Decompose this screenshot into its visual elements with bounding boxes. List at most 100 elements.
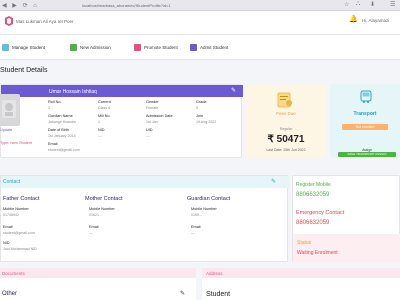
menu-new-admission[interactable]: New Admission <box>70 41 111 53</box>
student-photo <box>0 94 20 126</box>
user-profile[interactable]: Hi, Alayamazi <box>362 18 389 23</box>
menu-bar: Manage Student New Admission Promote Stu… <box>0 35 400 60</box>
guardian-contact-title: Guardian Contact <box>187 196 231 202</box>
join-value: 19 Aug 2022 <box>196 120 217 124</box>
downloads-icon[interactable]: ⬇ <box>370 1 375 8</box>
current-class-value: Class 4 <box>98 106 110 110</box>
father-mobile-label: Mobile Number <box>3 207 29 211</box>
transport-card: Transport Not enrolled Assign SAVE TRANS… <box>330 84 400 158</box>
roll-no-value: 1 <box>48 106 50 110</box>
edit-contact-icon[interactable]: ✎ <box>271 178 276 185</box>
guardian-email-value: — <box>191 231 195 235</box>
grade-value: 5 <box>196 106 198 110</box>
father-mobile-value: 01748942 <box>3 213 19 217</box>
email-label: Email <box>48 142 58 146</box>
uid-label: UID <box>146 128 153 132</box>
register-mobile-value: 8806632059 <box>296 192 330 198</box>
mother-mobile-value: 01621... <box>89 213 102 217</box>
gender-label: Gender <box>146 100 159 104</box>
uid-value: — <box>146 134 150 138</box>
contact-email-value: student@gmail.com <box>3 231 35 235</box>
app-header: Mas Lukman Ali Aya Iet Poer 🔔 Hi, Alayam… <box>0 11 400 35</box>
student-profile-header: Umar Hossain Ishtiaq ✎ <box>1 85 243 97</box>
app-brand: Mas Lukman Ali Aya Iet Poer <box>16 19 74 24</box>
page-title: Student Details <box>0 67 48 74</box>
bus-icon <box>360 90 372 103</box>
documents-card: Documents Other ✎ <box>0 268 196 300</box>
admit-student-icon <box>190 43 197 51</box>
student-type: Type: New Student <box>0 141 33 145</box>
fees-title: Fees Due <box>276 111 296 116</box>
dob-label: Date of Birth <box>48 128 70 132</box>
mill-no-label: Mill No <box>98 114 110 118</box>
menu-admit-student[interactable]: Admit Student <box>190 41 228 53</box>
mother-email-label: Email <box>89 225 99 229</box>
contact-email-label: Email <box>3 225 13 229</box>
contact-title: Contact <box>3 179 21 185</box>
transport-status-badge: Not enrolled <box>342 124 388 130</box>
app-logo-icon <box>5 16 13 26</box>
current-class-label: Current <box>98 100 111 104</box>
address-student-label: Student <box>206 291 231 298</box>
transport-title: Transport <box>353 111 377 117</box>
documents-title: Documents <box>2 271 25 276</box>
fees-invoice-icon <box>277 92 292 108</box>
status-section: Status Waiting Enrolment <box>293 234 400 263</box>
browser-bar: ◀ ▶ ⟳ ⌂ localhost/madrasa_aboramec/Stude… <box>0 0 400 11</box>
student-photo-placeholder-icon <box>2 100 16 118</box>
side-contacts-card: Register Mobile 8806632059 Emergency Con… <box>292 175 400 263</box>
fees-subtitle: Regular <box>279 127 293 131</box>
edit-profile-icon[interactable]: ✎ <box>231 87 236 94</box>
dob-value: 1st January 2014 <box>48 134 76 138</box>
emergency-contact-value: 8806632059 <box>296 220 330 226</box>
notification-bell-icon[interactable]: 🔔 <box>349 15 358 23</box>
browser-nav-icons[interactable]: ◀ ▶ ⟳ ⌂ <box>2 2 39 9</box>
mother-email-value: — <box>89 231 93 235</box>
photo-update-link[interactable]: Update <box>0 128 12 132</box>
fees-amount: ₹ 50471 <box>267 134 305 145</box>
status-label: Status <box>297 240 312 246</box>
contact-header: Contact ✎ <box>1 176 289 188</box>
admission-date-value: 1st Jan <box>146 120 158 124</box>
menu-manage-student[interactable]: Manage Student <box>2 41 45 53</box>
address-bar[interactable]: localhost/madrasa_aboramec/StudentProfil… <box>82 2 322 9</box>
contact-nid-label: NID <box>3 241 10 245</box>
address-card: Address Student <box>202 268 400 300</box>
contact-nid-value: Juid Mohammad NID <box>3 247 37 251</box>
roll-no-label: Roll No. <box>48 100 62 104</box>
menu-icon[interactable]: ☰ <box>390 1 395 8</box>
mother-contact-title: Mother Contact <box>85 196 123 202</box>
new-admission-icon <box>70 43 77 51</box>
documents-header: Documents <box>0 268 196 278</box>
mill-no-value: 1 <box>98 120 100 124</box>
promote-student-icon <box>134 43 141 51</box>
extensions-icon[interactable]: ⛬ <box>356 1 360 8</box>
status-value: Waiting Enrolment <box>297 250 338 256</box>
address-header: Address <box>202 268 400 278</box>
register-mobile-label: Register Mobile <box>296 182 331 188</box>
menu-promote-student[interactable]: Promote Student <box>134 41 178 53</box>
nid-label: NID <box>98 128 105 132</box>
join-label: Join <box>196 114 203 118</box>
admission-date-label: Admission Date <box>146 114 173 118</box>
email-value: student@gmail.com <box>48 148 80 152</box>
edit-documents-icon[interactable]: ✎ <box>180 290 185 297</box>
student-name: Umar Hossain Ishtiaq <box>49 89 97 95</box>
guardian-mobile-label: Mobile Number <box>191 207 217 211</box>
contact-card: Contact ✎ Father Contact Mobile Number 0… <box>0 175 289 262</box>
mother-mobile-label: Mobile Number <box>89 207 115 211</box>
father-contact-title: Father Contact <box>3 196 40 202</box>
manage-student-icon <box>2 43 9 51</box>
emergency-contact-label: Emergency Contact <box>296 210 345 216</box>
transport-assign-button[interactable]: SAVE TRANSPORT ASSIGN <box>338 152 396 157</box>
documents-label: Other <box>2 291 18 297</box>
star-icon[interactable]: ☆ <box>344 1 349 8</box>
guardian-name-value: Jahangir Hossain <box>48 120 76 124</box>
grade-label: Grade <box>196 100 207 104</box>
guardian-email-label: Email <box>191 225 201 229</box>
gender-value: Female <box>146 106 158 110</box>
fees-last-date: Last Date: 25th Jun 2022 <box>266 148 306 152</box>
guardian-mobile-value: 0160... <box>191 213 202 217</box>
fees-due-card: Fees Due Regular ₹ 50471 Last Date: 25th… <box>246 84 326 158</box>
nid-value: — <box>98 134 102 138</box>
